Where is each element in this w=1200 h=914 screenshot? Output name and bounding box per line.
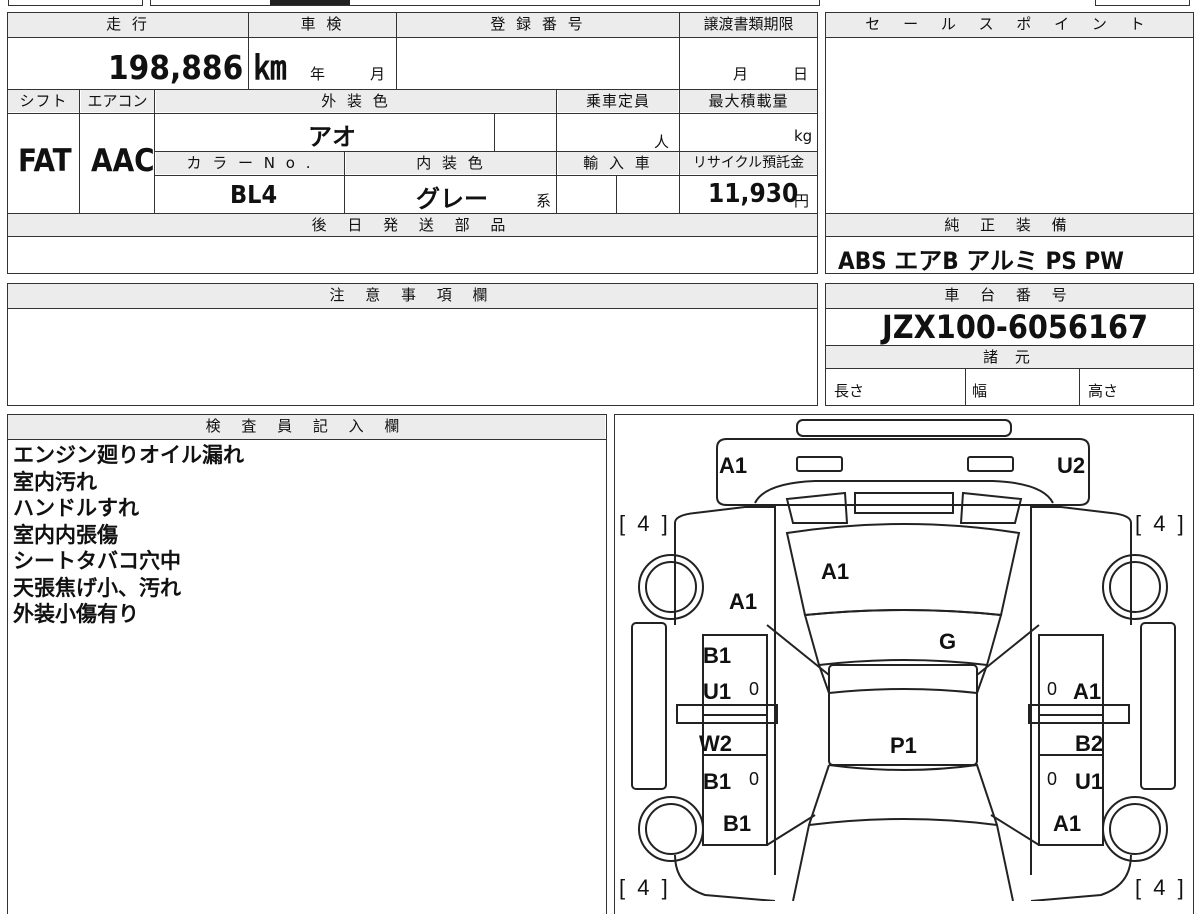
interior-value: グレー xyxy=(416,185,488,213)
maxload-header: 最大積載量 xyxy=(680,90,817,112)
aircon-header: エアコン xyxy=(81,90,154,112)
inspector-note: エンジン廻りオイル漏れ xyxy=(13,443,244,467)
inspector-note: 室内汚れ xyxy=(13,469,97,494)
equipment-header: 純 正 装 備 xyxy=(826,214,1193,236)
mark-zero: 0 xyxy=(749,679,760,699)
inspector-note: 天張焦げ小、汚れ xyxy=(13,575,181,600)
color-no-header: カ ラ ー N o . xyxy=(156,152,344,174)
mark-left-rear-door-2: U1 xyxy=(703,679,732,704)
mark-zero: 0 xyxy=(749,769,760,789)
recycle-value: 11,930 xyxy=(708,179,799,209)
sales-point-header: セ ー ル ス ポ イ ン ト xyxy=(826,13,1193,37)
parts-header: 後 日 発 送 部 品 xyxy=(8,214,817,236)
mark-right-front-door-2: U1 xyxy=(1075,769,1104,794)
equipment-value: ABS エアB アルミ PS PW xyxy=(838,247,1124,275)
mark-roof: G xyxy=(939,629,957,654)
inspector-note: 外装小傷有り xyxy=(13,602,139,626)
chassis-value: JZX100-6056167 xyxy=(882,308,1149,346)
aircon-value: AAC xyxy=(91,143,155,179)
inspector-note: 室内内張傷 xyxy=(13,522,118,547)
exterior-header: 外 装 色 xyxy=(156,90,556,112)
import-header: 輸 入 車 xyxy=(558,152,678,174)
chassis-header: 車 台 番 号 xyxy=(826,284,1193,308)
capacity-unit: 人 xyxy=(654,133,670,151)
specs-header: 諸 元 xyxy=(826,346,1193,368)
inspector-notes-list: エンジン廻りオイル漏れ 室内汚れ ハンドルすれ 室内内張傷 シートタバコ穴中 天… xyxy=(13,442,244,628)
color-no-value: BL4 xyxy=(230,180,278,209)
exterior-value: アオ xyxy=(308,123,356,151)
width-label: 幅 xyxy=(972,382,988,400)
mark-right-front-door-1: B2 xyxy=(1075,731,1104,756)
vehicle-info-table: 走 行 車 検 登 録 番 号 譲渡書類期限 198,886 ㎞ 年 月 月 日… xyxy=(7,12,818,274)
mark-rear-glass: A1 xyxy=(821,559,850,584)
mileage-value: 198,886 ㎞ xyxy=(108,48,287,87)
mark-left-front-door-2: B1 xyxy=(703,769,732,794)
tire-front-left: [ 4 ] xyxy=(619,875,671,900)
chassis-box: 車 台 番 号 JZX100-6056167 諸 元 長さ 幅 高さ xyxy=(825,283,1194,406)
transfer-month: 月 xyxy=(733,65,749,83)
mark-roof-center: P1 xyxy=(890,733,917,758)
mark-right-rear-door: A1 xyxy=(1073,679,1102,704)
shaken-header: 車 検 xyxy=(249,13,396,37)
mark-zero: 0 xyxy=(1047,679,1058,699)
interior-header: 内 装 色 xyxy=(346,152,556,174)
car-diagram xyxy=(631,419,1176,901)
mark-right-front-fender: A1 xyxy=(1053,811,1082,836)
tire-front-right: [ 4 ] xyxy=(1135,875,1187,900)
mark-rear-right: U2 xyxy=(1057,453,1086,478)
notes-header: 注 意 事 項 欄 xyxy=(8,284,817,308)
mark-left-rear-fender: A1 xyxy=(729,589,758,614)
mark-left-front-door-1: W2 xyxy=(699,731,732,756)
inspector-header: 検 査 員 記 入 欄 xyxy=(8,415,605,439)
inspector-box: 検 査 員 記 入 欄 エンジン廻りオイル漏れ 室内汚れ ハンドルすれ 室内内張… xyxy=(7,414,607,914)
top-strip xyxy=(0,0,1200,8)
transfer-header: 譲渡書類期限 xyxy=(680,13,817,37)
maxload-unit: kg xyxy=(794,127,813,145)
interior-suffix: 系 xyxy=(536,192,552,210)
registration-header: 登 録 番 号 xyxy=(397,13,679,37)
capacity-header: 乗車定員 xyxy=(558,90,678,112)
inspector-note: シートタバコ穴中 xyxy=(13,549,181,573)
shaken-year: 年 xyxy=(310,65,326,83)
notes-box: 注 意 事 項 欄 xyxy=(7,283,818,406)
recycle-header: リサイクル預託金 xyxy=(680,152,817,174)
transfer-day: 日 xyxy=(793,65,809,83)
inspector-note: ハンドルすれ xyxy=(13,496,139,520)
mark-zero: 0 xyxy=(1047,769,1058,789)
length-label: 長さ xyxy=(834,382,865,400)
shift-value: FAT xyxy=(18,143,72,179)
tire-rear-right: [ 4 ] xyxy=(1135,511,1187,536)
shaken-month: 月 xyxy=(370,65,386,83)
height-label: 高さ xyxy=(1088,382,1119,400)
mark-left-front-fender: B1 xyxy=(723,811,752,836)
sales-point-box: セ ー ル ス ポ イ ン ト 純 正 装 備 ABS エアB アルミ PS P… xyxy=(825,12,1194,275)
tire-rear-left: [ 4 ] xyxy=(619,511,671,536)
shift-header: シフト xyxy=(8,90,79,112)
mark-rear-left: A1 xyxy=(719,453,748,478)
recycle-unit: 円 xyxy=(794,192,810,210)
mark-left-rear-door-1: B1 xyxy=(703,643,732,668)
car-diagram-box: [ 4 ] [ 4 ] [ 4 ] [ 4 ] A1 U2 A1 A1 G B1… xyxy=(614,414,1194,914)
mileage-header: 走 行 xyxy=(8,13,248,37)
